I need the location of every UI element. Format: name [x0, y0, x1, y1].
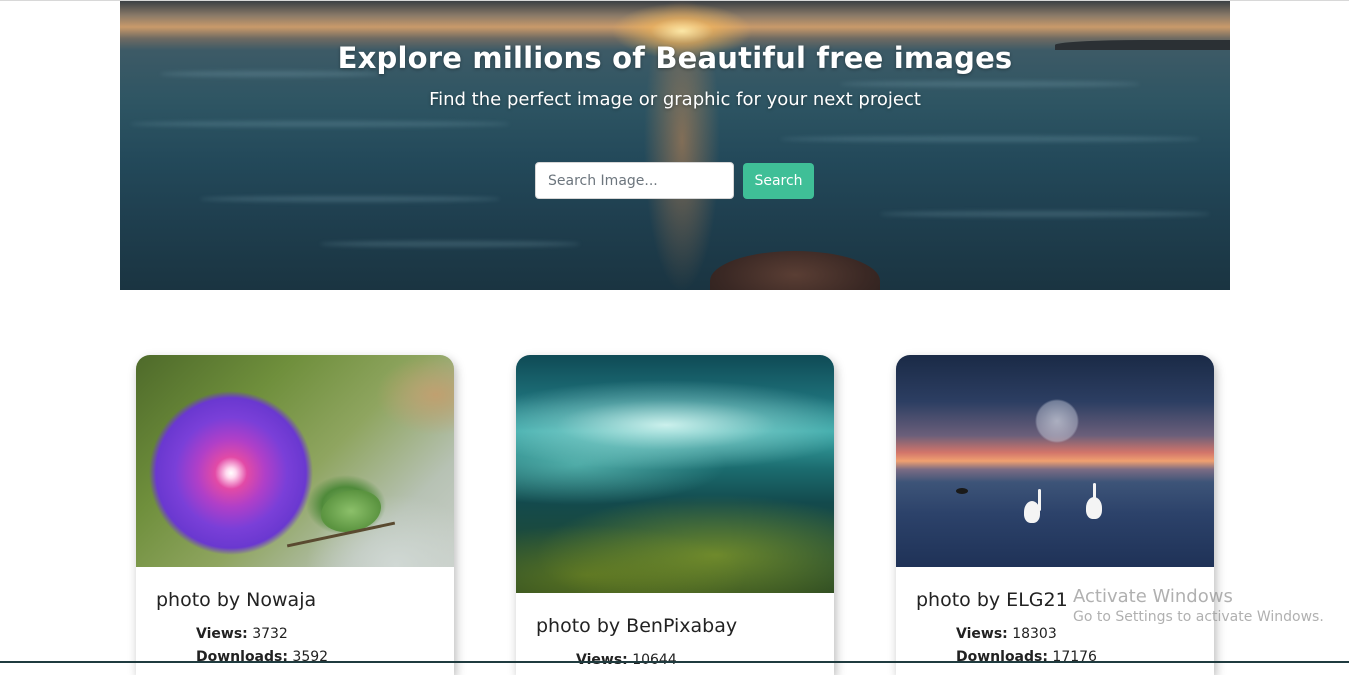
watermark-title: Activate Windows [1073, 586, 1233, 607]
swan [1086, 497, 1102, 519]
wave [780, 136, 1200, 142]
card-image[interactable] [896, 355, 1214, 567]
card-title: photo by BenPixabay [536, 615, 738, 637]
views-value: 18303 [1012, 626, 1057, 642]
search-input[interactable] [535, 162, 734, 199]
card-image[interactable] [516, 355, 834, 593]
hero-subtitle: Find the perfect image or graphic for yo… [429, 89, 921, 110]
swan [1024, 501, 1040, 523]
views-stat: Views: 3732 [196, 626, 288, 642]
rock [710, 251, 880, 290]
card-title: photo by Nowaja [156, 589, 317, 611]
views-label: Views: [576, 652, 628, 668]
hero-title: Explore millions of Beautiful free image… [337, 41, 1013, 75]
views-value: 3732 [252, 626, 288, 642]
card-image[interactable] [136, 355, 454, 567]
search-button[interactable]: Search [743, 163, 814, 199]
views-label: Views: [196, 626, 248, 642]
activate-windows-watermark: Activate Windows Go to Settings to activ… [1073, 586, 1324, 625]
wave [320, 241, 580, 247]
duck [956, 488, 968, 494]
card-body: photo by Nowaja Views: 3732 Downloads: 3… [136, 567, 454, 675]
views-stat: Views: 10644 [576, 652, 677, 668]
image-card[interactable]: photo by ELG21 Views: 18303 Downloads: 1… [896, 355, 1214, 675]
wave [880, 211, 1210, 217]
views-value: 10644 [632, 652, 677, 668]
views-label: Views: [956, 626, 1008, 642]
image-card[interactable]: photo by Nowaja Views: 3732 Downloads: 3… [136, 355, 454, 675]
watermark-subtitle: Go to Settings to activate Windows. [1073, 609, 1324, 625]
image-card[interactable]: photo by BenPixabay Views: 10644 [516, 355, 834, 675]
wave [840, 81, 1140, 87]
wave [130, 121, 510, 127]
wave [200, 196, 500, 202]
views-stat: Views: 18303 [956, 626, 1057, 642]
card-title: photo by ELG21 [916, 589, 1068, 611]
hero-banner: Explore millions of Beautiful free image… [120, 1, 1230, 290]
